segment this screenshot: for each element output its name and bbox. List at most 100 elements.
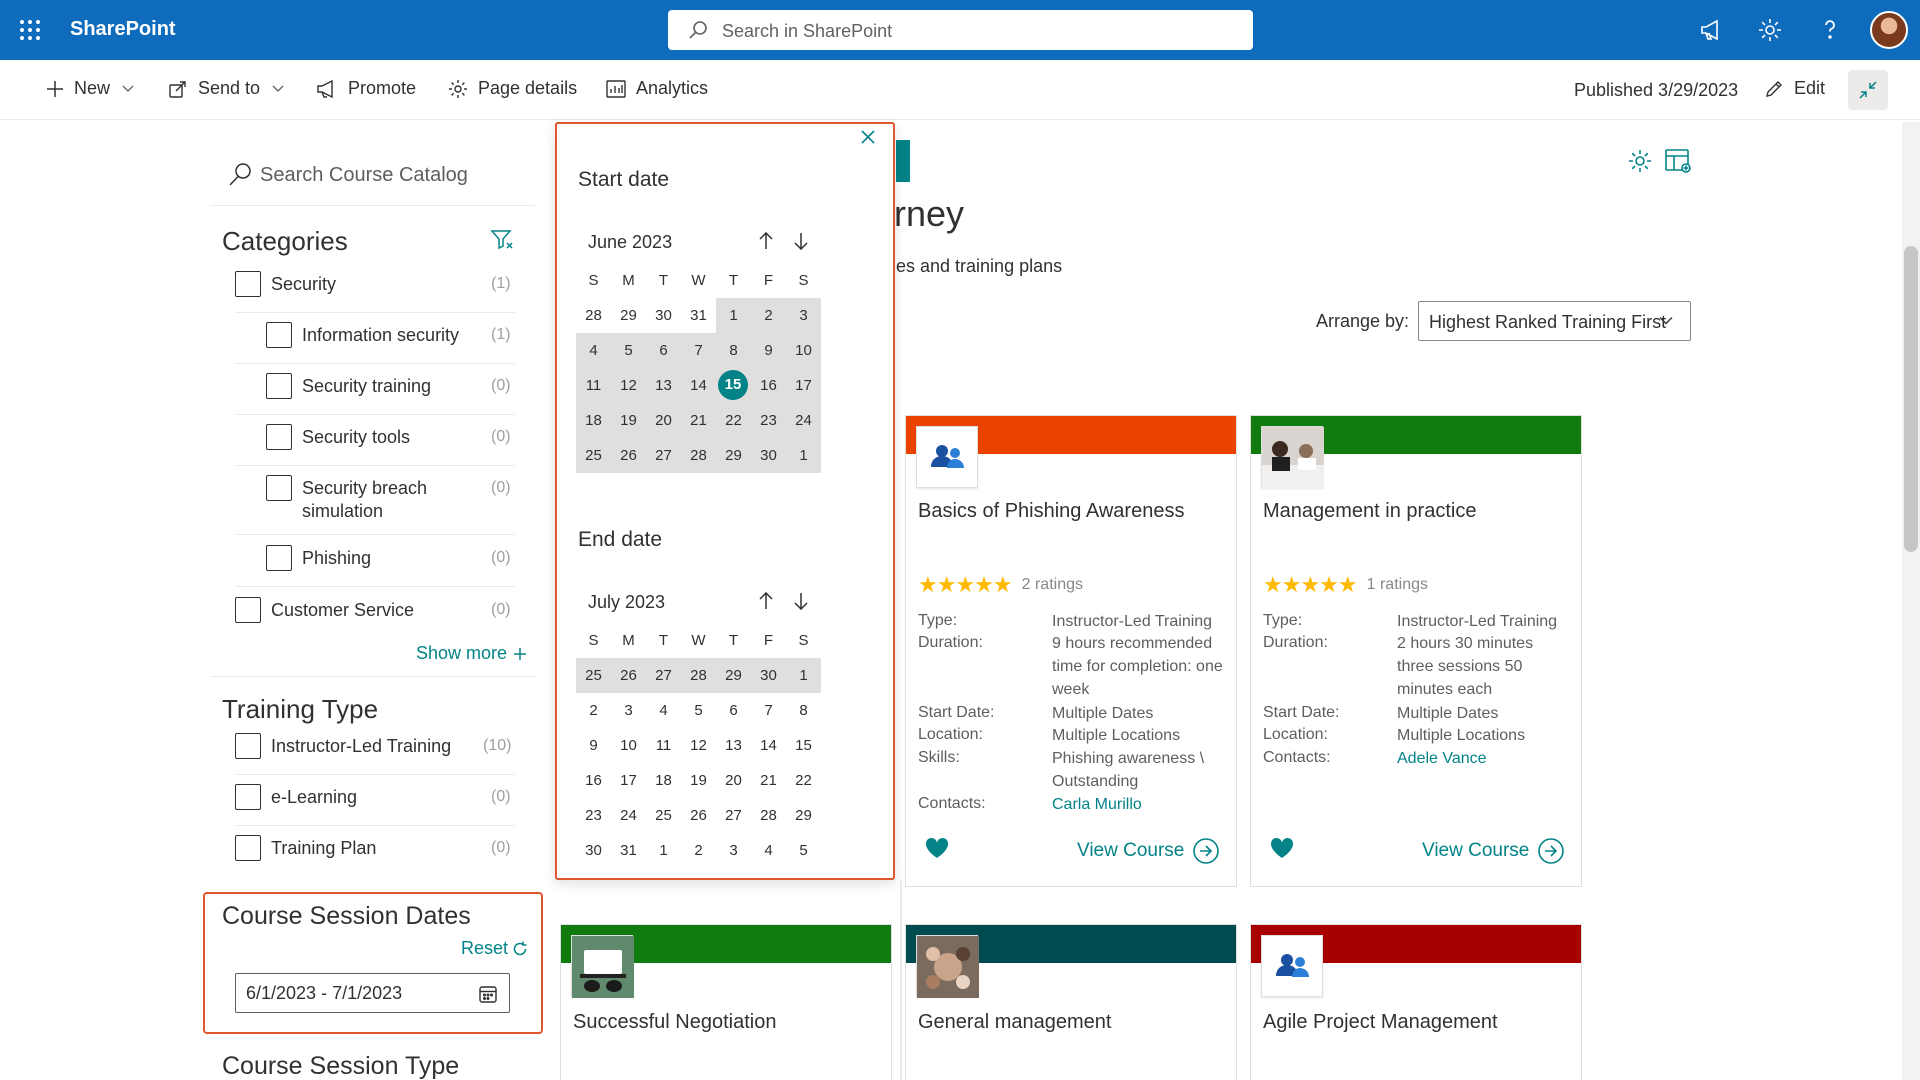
- calendar-day[interactable]: 19: [681, 763, 716, 798]
- new-button[interactable]: New: [46, 78, 134, 99]
- calendar-day[interactable]: 21: [751, 763, 786, 798]
- category-security-tools[interactable]: Security tools: [266, 424, 410, 450]
- course-card[interactable]: Agile Project Management: [1250, 924, 1582, 1080]
- calendar-day[interactable]: 3: [786, 298, 821, 333]
- calendar-day[interactable]: 17: [611, 763, 646, 798]
- calendar-day[interactable]: 4: [576, 333, 611, 368]
- help-icon[interactable]: [1816, 16, 1844, 44]
- calendar-day[interactable]: 30: [751, 658, 786, 693]
- calendar-day[interactable]: 3: [716, 833, 751, 868]
- calendar-day[interactable]: 14: [751, 728, 786, 763]
- calendar-day[interactable]: 5: [786, 833, 821, 868]
- calendar-day[interactable]: 4: [751, 833, 786, 868]
- calendar-day[interactable]: 2: [681, 833, 716, 868]
- contact-link[interactable]: Adele Vance: [1397, 747, 1572, 770]
- calendar-day[interactable]: 14: [681, 368, 716, 403]
- calendar-day[interactable]: 1: [646, 833, 681, 868]
- next-month-button[interactable]: [793, 232, 809, 250]
- close-button[interactable]: [861, 130, 875, 144]
- calendar-day[interactable]: 8: [786, 693, 821, 728]
- course-search-input[interactable]: Search Course Catalog: [210, 150, 535, 206]
- course-card[interactable]: General management: [905, 924, 1237, 1080]
- settings-icon[interactable]: [1627, 148, 1653, 174]
- course-title[interactable]: Management in practice: [1263, 500, 1476, 523]
- reset-button[interactable]: Reset: [461, 938, 528, 959]
- contact-link[interactable]: Carla Murillo: [1052, 793, 1227, 816]
- calendar-day[interactable]: 28: [751, 798, 786, 833]
- calendar-day[interactable]: 6: [646, 333, 681, 368]
- training-type-e-learning-checkbox[interactable]: [235, 784, 261, 810]
- calendar-day[interactable]: 18: [576, 403, 611, 438]
- calendar-day[interactable]: 29: [786, 798, 821, 833]
- calendar-day[interactable]: 9: [576, 728, 611, 763]
- course-card[interactable]: Successful Negotiation: [560, 924, 892, 1080]
- training-type-instructor-led-checkbox[interactable]: [235, 733, 261, 759]
- calendar-day[interactable]: 10: [786, 333, 821, 368]
- course-title[interactable]: Agile Project Management: [1263, 1011, 1498, 1034]
- calendar-day[interactable]: 27: [646, 658, 681, 693]
- arrange-by-dropdown[interactable]: Highest Ranked Training First: [1418, 301, 1691, 341]
- calendar-day[interactable]: 30: [646, 298, 681, 333]
- calendar-day[interactable]: 2: [751, 298, 786, 333]
- calendar-day[interactable]: 5: [611, 333, 646, 368]
- edit-button[interactable]: Edit: [1764, 78, 1825, 99]
- calendar-day[interactable]: 1: [716, 298, 751, 333]
- layout-icon[interactable]: [1664, 148, 1692, 174]
- next-month-button[interactable]: [793, 592, 809, 610]
- calendar-day[interactable]: 3: [611, 693, 646, 728]
- calendar-day[interactable]: 21: [681, 403, 716, 438]
- calendar-day[interactable]: 31: [681, 298, 716, 333]
- previous-month-button[interactable]: [758, 232, 774, 250]
- calendar-day[interactable]: 30: [751, 438, 786, 473]
- calendar-day[interactable]: 20: [646, 403, 681, 438]
- calendar-day[interactable]: 1: [786, 438, 821, 473]
- training-type-instructor-led[interactable]: Instructor-Led Training: [235, 733, 451, 759]
- calendar-day[interactable]: 7: [681, 333, 716, 368]
- category-information-security-checkbox[interactable]: [266, 322, 292, 348]
- calendar-day[interactable]: 18: [646, 763, 681, 798]
- course-title[interactable]: General management: [918, 1011, 1111, 1034]
- calendar-day[interactable]: 16: [576, 763, 611, 798]
- calendar-day[interactable]: 20: [716, 763, 751, 798]
- app-launcher-icon[interactable]: [18, 18, 42, 42]
- promote-button[interactable]: Promote: [316, 78, 416, 99]
- calendar-day[interactable]: 28: [576, 298, 611, 333]
- page-scrollbar-thumb[interactable]: [1904, 246, 1918, 552]
- favorite-heart-icon[interactable]: [1269, 836, 1295, 860]
- calendar-day[interactable]: 26: [611, 438, 646, 473]
- gear-icon[interactable]: [1756, 16, 1784, 44]
- category-customer-service[interactable]: Customer Service: [235, 597, 414, 623]
- category-security-breach-simulation-checkbox[interactable]: [266, 475, 292, 501]
- calendar-day[interactable]: 29: [716, 658, 751, 693]
- calendar-day[interactable]: 25: [576, 658, 611, 693]
- send-to-button[interactable]: Send to: [168, 78, 284, 99]
- calendar-day[interactable]: 13: [646, 368, 681, 403]
- filter-icon[interactable]: [490, 228, 514, 252]
- calendar-day[interactable]: 16: [751, 368, 786, 403]
- calendar-day[interactable]: 29: [611, 298, 646, 333]
- app-name[interactable]: SharePoint: [70, 18, 176, 41]
- collapse-button[interactable]: [1848, 70, 1888, 110]
- category-customer-service-checkbox[interactable]: [235, 597, 261, 623]
- calendar-day[interactable]: 5: [681, 693, 716, 728]
- course-title[interactable]: Basics of Phishing Awareness: [918, 500, 1184, 523]
- calendar-day[interactable]: 22: [716, 403, 751, 438]
- calendar-day[interactable]: 7: [751, 693, 786, 728]
- category-security-training-checkbox[interactable]: [266, 373, 292, 399]
- view-course-button[interactable]: View Course: [1077, 837, 1220, 865]
- date-range-input[interactable]: 6/1/2023 - 7/1/2023: [235, 973, 510, 1013]
- calendar-day[interactable]: 10: [611, 728, 646, 763]
- show-more-button[interactable]: Show more: [416, 643, 527, 664]
- calendar-icon[interactable]: [478, 984, 498, 1004]
- calendar-day[interactable]: 31: [611, 833, 646, 868]
- calendar-day[interactable]: 12: [611, 368, 646, 403]
- calendar-day[interactable]: 9: [751, 333, 786, 368]
- selected-day[interactable]: 15: [718, 370, 748, 400]
- calendar-day[interactable]: 2: [576, 693, 611, 728]
- category-security-training[interactable]: Security training: [266, 373, 431, 399]
- calendar-day[interactable]: 11: [646, 728, 681, 763]
- calendar-day[interactable]: 26: [611, 658, 646, 693]
- course-card[interactable]: Management in practice ★★★★★ 1 ratings T…: [1250, 415, 1582, 887]
- calendar-day[interactable]: 25: [646, 798, 681, 833]
- category-security[interactable]: Security: [235, 271, 336, 297]
